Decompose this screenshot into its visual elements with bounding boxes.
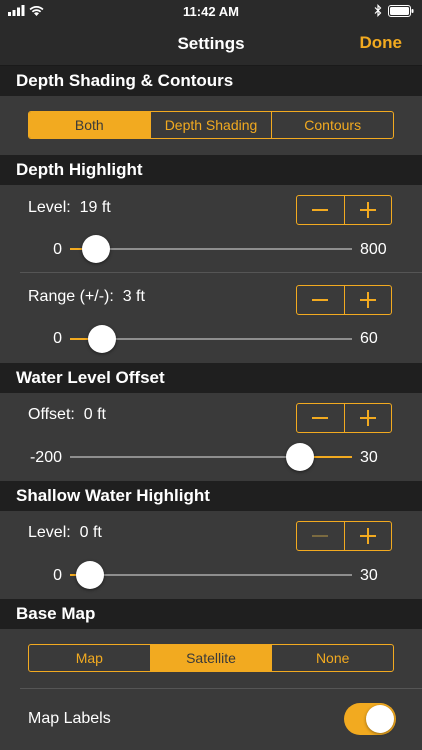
shallow-water-block: Level: 0 ft 0 30 [0, 511, 422, 599]
shallow-level-slider[interactable] [70, 560, 352, 590]
offset-decrement-button[interactable] [297, 404, 344, 432]
segment-map[interactable]: Map [29, 645, 150, 671]
depth-level-stepper [296, 195, 392, 225]
shallow-level-stepper [296, 521, 392, 551]
depth-level-decrement-button[interactable] [297, 196, 344, 224]
section-header-depth-highlight: Depth Highlight [0, 155, 422, 185]
offset-slider[interactable] [70, 442, 352, 472]
shallow-level-max: 30 [360, 567, 378, 584]
water-level-block: Offset: 0 ft -200 30 [0, 393, 422, 481]
offset-label: Offset: [28, 406, 75, 423]
minus-icon [312, 417, 329, 419]
offset-max: 30 [360, 449, 378, 466]
depth-shading-segmented-control: Both Depth Shading Contours [28, 111, 394, 139]
slider-thumb[interactable] [81, 235, 110, 263]
shallow-level-decrement-button[interactable] [297, 522, 344, 550]
slider-thumb[interactable] [286, 443, 315, 471]
depth-range-slider[interactable] [70, 324, 352, 354]
shallow-level-value: 0 ft [79, 524, 102, 541]
minus-icon [312, 535, 329, 537]
depth-range-min: 0 [53, 330, 62, 347]
depth-level-max: 800 [360, 241, 387, 258]
depth-level-slider[interactable] [70, 234, 352, 264]
depth-range-decrement-button[interactable] [297, 286, 344, 314]
nav-bar: Settings Done [0, 22, 422, 66]
slider-thumb[interactable] [76, 561, 104, 589]
map-labels-label: Map Labels [28, 710, 111, 727]
slider-track [70, 248, 352, 250]
base-map-block: Map Satellite None Map Labels [0, 629, 422, 750]
status-right [374, 4, 414, 17]
toggle-knob [366, 705, 394, 733]
depth-level-min: 0 [53, 241, 62, 258]
base-map-segmented-control: Map Satellite None [28, 644, 394, 672]
map-labels-toggle[interactable] [344, 703, 396, 735]
offset-row-label: Offset: 0 ft [28, 406, 106, 424]
shallow-level-min: 0 [53, 567, 62, 584]
shallow-level-label: Level: [28, 524, 71, 541]
minus-icon [312, 299, 329, 301]
depth-range-max: 60 [360, 330, 378, 347]
row-divider [20, 272, 422, 273]
depth-level-increment-button[interactable] [343, 196, 392, 224]
segment-none[interactable]: None [271, 645, 393, 671]
plus-icon [359, 202, 376, 218]
offset-increment-button[interactable] [343, 404, 392, 432]
bluetooth-icon [374, 4, 382, 17]
depth-level-label: Level: [28, 199, 71, 216]
plus-icon [359, 528, 376, 544]
depth-level-value: 19 ft [79, 199, 111, 216]
depth-range-stepper [296, 285, 392, 315]
shallow-level-row-label: Level: 0 ft [28, 524, 102, 542]
slider-thumb[interactable] [88, 325, 117, 353]
minus-icon [312, 209, 329, 211]
segment-both[interactable]: Both [29, 112, 150, 138]
depth-level-row-label: Level: 19 ft [28, 199, 111, 217]
depth-range-row-label: Range (+/-): 3 ft [28, 288, 145, 306]
battery-icon [388, 4, 414, 17]
shallow-level-increment-button[interactable] [343, 522, 392, 550]
section-header-depth-shading: Depth Shading & Contours [0, 66, 422, 96]
row-divider [20, 688, 422, 689]
status-time: 11:42 AM [183, 4, 239, 19]
status-bar: 11:42 AM [0, 0, 422, 22]
section-header-water-level: Water Level Offset [0, 363, 422, 393]
offset-stepper [296, 403, 392, 433]
plus-icon [359, 292, 376, 308]
segment-satellite[interactable]: Satellite [149, 645, 272, 671]
segment-depth-shading[interactable]: Depth Shading [149, 112, 272, 138]
depth-shading-block: Both Depth Shading Contours [0, 96, 422, 155]
slider-track [70, 574, 352, 576]
depth-highlight-block: Level: 19 ft 0 800 Range (+/-): 3 ft 0 6… [0, 185, 422, 363]
depth-range-increment-button[interactable] [343, 286, 392, 314]
plus-icon [359, 410, 376, 426]
offset-min: -200 [29, 449, 62, 466]
section-header-base-map: Base Map [0, 599, 422, 629]
offset-value: 0 ft [83, 406, 106, 423]
depth-range-label: Range (+/-): [28, 288, 114, 305]
segment-contours[interactable]: Contours [271, 112, 393, 138]
done-button[interactable]: Done [360, 33, 403, 53]
section-header-shallow-water: Shallow Water Highlight [0, 481, 422, 511]
depth-range-value: 3 ft [122, 288, 145, 305]
